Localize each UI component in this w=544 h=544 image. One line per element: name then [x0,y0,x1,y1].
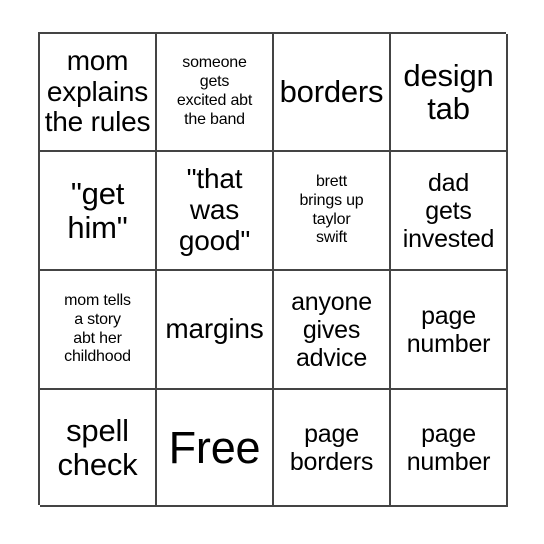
bingo-cell-label: "that was good" [178,163,251,256]
bingo-cell-label: page number [406,419,491,476]
bingo-cell[interactable]: dad gets invested [391,152,508,271]
bingo-cell-label: dad gets invested [402,168,495,253]
bingo-cell-label: mom explains the rules [44,44,151,138]
bingo-cell-label: page borders [289,419,374,476]
bingo-cell-label: borders [279,74,384,110]
bingo-free-space-cell[interactable]: Free [157,390,274,507]
bingo-cell[interactable]: anyone gives advice [274,271,391,390]
bingo-cell[interactable]: someone gets excited abt the band [157,34,274,152]
bingo-cell[interactable]: margins [157,271,274,390]
bingo-cell-label: spell check [57,413,138,482]
bingo-cell[interactable]: page number [391,271,508,390]
bingo-cell-label: Free [168,422,261,473]
bingo-cell[interactable]: brett brings up taylor swift [274,152,391,271]
bingo-cell-label: page number [406,301,491,358]
bingo-cell-label: design tab [403,57,494,126]
bingo-cell-label: brett brings up taylor swift [299,172,364,247]
bingo-cell-label: mom tells a story abt her childhood [64,291,131,366]
bingo-cell[interactable]: page borders [274,390,391,507]
bingo-cell[interactable]: "that was good" [157,152,274,271]
bingo-cell-label: anyone gives advice [291,287,372,372]
bingo-cell[interactable]: "get him" [40,152,157,271]
bingo-cell[interactable]: design tab [391,34,508,152]
bingo-card-grid: mom explains the rules someone gets excit… [38,32,508,507]
bingo-cell[interactable]: mom explains the rules [40,34,157,152]
bingo-cell[interactable]: mom tells a story abt her childhood [40,271,157,390]
bingo-cell[interactable]: spell check [40,390,157,507]
bingo-cell-label: someone gets excited abt the band [176,54,253,128]
bingo-cell[interactable]: borders [274,34,391,152]
bingo-cell[interactable]: page number [391,390,508,507]
bingo-cell-label: margins [165,313,264,345]
bingo-cell-label: "get him" [67,176,128,245]
